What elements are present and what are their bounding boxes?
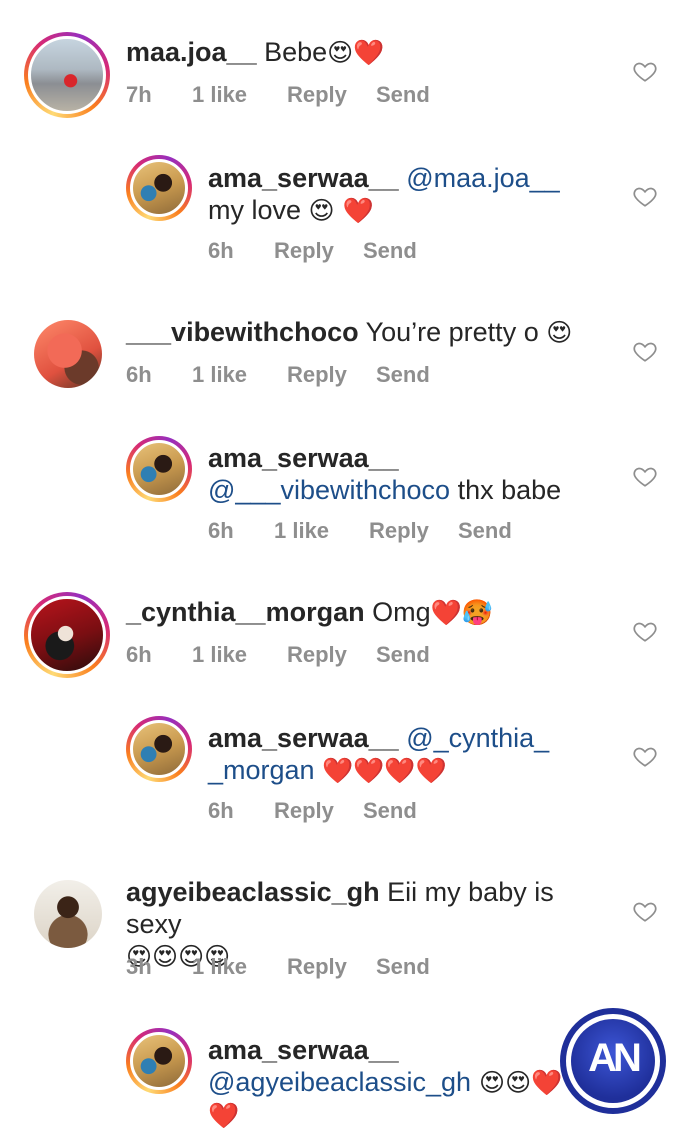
comment-username[interactable]: maa.joa__ — [126, 37, 257, 67]
avatar[interactable] — [24, 592, 110, 678]
comment-meta: 3h 1 like Reply Send — [126, 952, 446, 982]
comment-time: 6h — [126, 362, 152, 387]
comment-time: 6h — [208, 798, 234, 823]
comment-likes[interactable]: 1 like — [192, 640, 247, 670]
heart-outline-icon[interactable] — [632, 463, 658, 489]
send-button[interactable]: Send — [363, 236, 417, 266]
comment-text — [315, 755, 323, 785]
send-button[interactable]: Send — [376, 952, 430, 982]
comment-emoji: 😍 — [546, 318, 573, 347]
avatar[interactable] — [34, 320, 102, 388]
avatar-photo — [34, 320, 102, 388]
avatar-photo — [34, 880, 102, 948]
avatar[interactable] — [126, 716, 192, 782]
comment-meta: 7h 1 like Reply Send — [126, 80, 446, 110]
comment-username[interactable]: ___vibewithchoco — [126, 317, 359, 347]
mention-link[interactable]: @maa.joa__ — [406, 163, 560, 193]
comment-body: ___vibewithchoco You’re pretty o 😍 — [126, 316, 602, 349]
comment-text: You’re pretty o — [358, 317, 547, 347]
comment-text: thx babe — [450, 475, 562, 505]
avatar-photo — [130, 440, 188, 498]
comment-text: Omg — [364, 597, 431, 627]
comment-body: ama_serwaa__ @_cynthia_ _morgan ❤️❤️❤️❤️ — [208, 722, 602, 787]
send-button[interactable]: Send — [458, 516, 512, 546]
comment-likes[interactable]: 1 like — [274, 516, 329, 546]
heart-outline-icon[interactable] — [632, 58, 658, 84]
avatar-photo — [130, 159, 188, 217]
comment-emoji: ❤️🥵 — [430, 598, 493, 627]
comment-username[interactable]: ama_serwaa__ — [208, 723, 399, 753]
heart-outline-icon[interactable] — [632, 618, 658, 644]
comment-emoji: ❤️❤️❤️❤️ — [322, 756, 447, 785]
comment-meta: 6h 1 like Reply Send — [126, 640, 446, 670]
heart-outline-icon[interactable] — [632, 898, 658, 924]
comment-meta: 6h Reply Send — [208, 236, 448, 266]
watermark-text: AN — [588, 1036, 642, 1080]
mention-link[interactable]: @agyeibeaclassic_gh — [208, 1067, 471, 1097]
avatar-photo — [130, 1032, 188, 1090]
comment-username[interactable]: ama_serwaa__ — [208, 163, 399, 193]
comment-time: 7h — [126, 82, 152, 107]
comment-time: 6h — [208, 518, 234, 543]
comment-emoji: 😍 ❤️ — [308, 196, 374, 225]
comment-emoji: 😍❤️ — [327, 38, 385, 67]
comment-body: ama_serwaa__ @maa.joa__ my love 😍 ❤️ — [208, 162, 602, 227]
heart-outline-icon[interactable] — [632, 338, 658, 364]
avatar-photo — [28, 36, 106, 114]
comment-time: 6h — [208, 238, 234, 263]
comment-meta: 6h 1 like Reply Send — [126, 360, 446, 390]
avatar[interactable] — [126, 436, 192, 502]
send-button[interactable]: Send — [376, 360, 430, 390]
comment-text: my love — [208, 195, 309, 225]
reply-button[interactable]: Reply — [287, 952, 347, 982]
send-button[interactable]: Send — [376, 640, 430, 670]
comment-body: ama_serwaa__ @___vibewithchoco thx babe — [208, 442, 602, 506]
comment-body: maa.joa__ Bebe😍❤️ — [126, 36, 602, 69]
watermark-logo: AN — [560, 1008, 666, 1114]
comment-likes[interactable]: 1 like — [192, 80, 247, 110]
comment-emoji: 😍😍❤️ — [471, 1068, 563, 1097]
avatar[interactable] — [24, 32, 110, 118]
avatar[interactable] — [126, 155, 192, 221]
comment-username[interactable]: _cynthia__morgan — [126, 597, 365, 627]
avatar[interactable] — [34, 880, 102, 948]
comment-username[interactable]: agyeibeaclassic_gh — [126, 877, 380, 907]
mention-link[interactable]: @___vibewithchoco — [208, 475, 450, 505]
comment-likes[interactable]: 1 like — [192, 952, 247, 982]
reply-button[interactable]: Reply — [287, 80, 347, 110]
heart-outline-icon[interactable] — [632, 183, 658, 209]
comment-meta: 6h Reply Send — [208, 796, 448, 826]
avatar-photo — [28, 596, 106, 674]
reply-button[interactable]: Reply — [287, 640, 347, 670]
comment-username[interactable]: ama_serwaa__ — [208, 1035, 399, 1065]
reply-button[interactable]: Reply — [274, 796, 334, 826]
comment-meta: 6h 1 like Reply Send — [208, 516, 528, 546]
comment-likes[interactable]: 1 like — [192, 360, 247, 390]
avatar[interactable] — [126, 1028, 192, 1094]
reply-button[interactable]: Reply — [287, 360, 347, 390]
comment-text: Bebe — [256, 37, 328, 67]
comment-time: 3h — [126, 954, 152, 979]
heart-outline-icon[interactable] — [632, 743, 658, 769]
send-button[interactable]: Send — [363, 796, 417, 826]
send-button[interactable]: Send — [376, 80, 430, 110]
avatar-photo — [130, 720, 188, 778]
reply-button[interactable]: Reply — [274, 236, 334, 266]
comment-body: _cynthia__morgan Omg❤️🥵 — [126, 596, 602, 629]
reply-button[interactable]: Reply — [369, 516, 429, 546]
comment-time: 6h — [126, 642, 152, 667]
comment-username[interactable]: ama_serwaa__ — [208, 443, 399, 473]
comment-body: ama_serwaa__ @agyeibeaclassic_gh 😍😍❤️ ❤️ — [208, 1034, 578, 1132]
